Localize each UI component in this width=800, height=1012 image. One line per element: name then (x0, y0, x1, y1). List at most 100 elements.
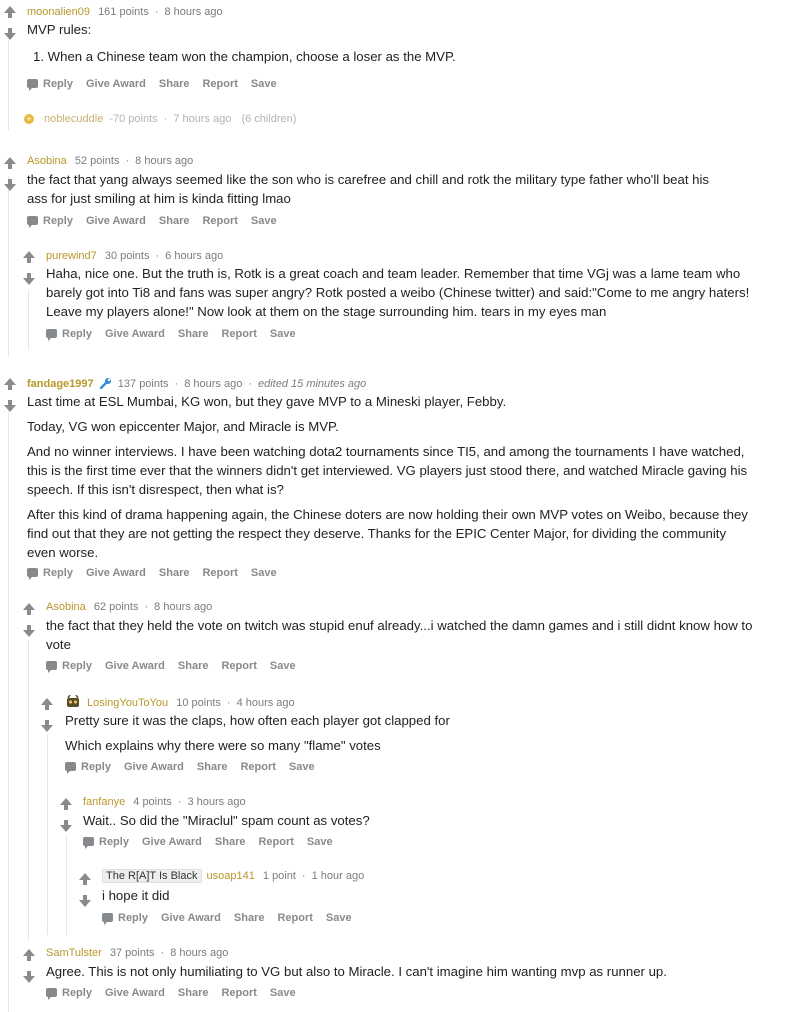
reply-button[interactable]: Reply (27, 567, 73, 580)
comment-author[interactable]: moonalien09 (27, 6, 90, 18)
comment-author[interactable]: SamTulster (46, 947, 102, 959)
comment-time[interactable]: 8 hours ago (170, 947, 228, 959)
report-button[interactable]: Report (221, 987, 256, 999)
give-award-button[interactable]: Give Award (105, 987, 165, 999)
share-button[interactable]: Share (178, 660, 209, 672)
save-button[interactable]: Save (289, 761, 315, 773)
upvote-arrow-icon[interactable] (22, 948, 36, 962)
upvote-arrow-icon[interactable] (78, 872, 92, 886)
comment-text: After this kind of drama happening again… (27, 507, 748, 560)
comment-time[interactable]: 4 hours ago (237, 697, 295, 709)
reply-button[interactable]: Reply (102, 912, 148, 925)
reply-button[interactable]: Reply (27, 78, 73, 91)
downvote-arrow-icon[interactable] (3, 27, 17, 41)
share-button[interactable]: Share (178, 987, 209, 999)
comment-author[interactable]: Asobina (46, 601, 86, 613)
downvote-arrow-icon[interactable] (59, 819, 73, 833)
share-button[interactable]: Share (178, 328, 209, 340)
reply-button[interactable]: Reply (83, 836, 129, 849)
thread-line[interactable] (8, 40, 9, 130)
comment-time[interactable]: 8 hours ago (184, 378, 242, 390)
wrench-flair-icon (99, 378, 111, 390)
save-button[interactable]: Save (270, 660, 296, 672)
share-button[interactable]: Share (215, 836, 246, 848)
downvote-arrow-icon[interactable] (40, 719, 54, 733)
downvote-arrow-icon[interactable] (22, 970, 36, 984)
report-button[interactable]: Report (202, 215, 237, 227)
save-button[interactable]: Save (270, 328, 296, 340)
downvote-arrow-icon[interactable] (3, 178, 17, 192)
save-button[interactable]: Save (251, 78, 277, 90)
reply-button[interactable]: Reply (46, 660, 92, 673)
downvote-arrow-icon[interactable] (22, 624, 36, 638)
chat-bubble-icon (83, 837, 94, 849)
give-award-button[interactable]: Give Award (161, 912, 221, 924)
give-award-button[interactable]: Give Award (86, 78, 146, 90)
reply-button[interactable]: Reply (46, 328, 92, 341)
share-button[interactable]: Share (159, 78, 190, 90)
upvote-arrow-icon[interactable] (3, 156, 17, 170)
comment-actions: Reply Give Award Share Report Save (46, 328, 309, 341)
save-button[interactable]: Save (251, 567, 277, 579)
reply-button[interactable]: Reply (46, 987, 92, 1000)
give-award-button[interactable]: Give Award (86, 567, 146, 579)
vote-controls (40, 697, 54, 733)
report-button[interactable]: Report (240, 761, 275, 773)
comment-time[interactable]: 3 hours ago (187, 796, 245, 808)
upvote-arrow-icon[interactable] (22, 250, 36, 264)
comment-author[interactable]: usoap141 (207, 870, 255, 882)
comment-author[interactable]: fandage1997 (27, 378, 94, 390)
thread-line[interactable] (8, 176, 9, 356)
report-button[interactable]: Report (258, 836, 293, 848)
report-button[interactable]: Report (221, 328, 256, 340)
comment-points: -70 points (109, 113, 158, 125)
thread-line[interactable] (47, 735, 48, 935)
thread-line[interactable] (28, 290, 29, 350)
give-award-button[interactable]: Give Award (142, 836, 202, 848)
save-button[interactable]: Save (307, 836, 333, 848)
comment-time[interactable]: 1 hour ago (312, 870, 365, 882)
thread-line[interactable] (66, 835, 67, 935)
comment-points: 52 points (74, 155, 120, 167)
collapsed-comment[interactable]: + noblecuddle -70 points · 7 hours ago (6 chi… (24, 113, 296, 125)
report-button[interactable]: Report (202, 567, 237, 579)
give-award-button[interactable]: Give Award (86, 215, 146, 227)
comment-author[interactable]: purewind7 (46, 250, 97, 262)
report-button[interactable]: Report (221, 660, 256, 672)
share-button[interactable]: Share (159, 215, 190, 227)
save-button[interactable]: Save (251, 215, 277, 227)
comment-author[interactable]: noblecuddle (44, 113, 103, 125)
save-button[interactable]: Save (270, 987, 296, 999)
comment-author[interactable]: Asobina (27, 155, 67, 167)
upvote-arrow-icon[interactable] (22, 602, 36, 616)
give-award-button[interactable]: Give Award (105, 660, 165, 672)
report-button[interactable]: Report (277, 912, 312, 924)
give-award-button[interactable]: Give Award (105, 328, 165, 340)
comment-author[interactable]: fanfanye (83, 796, 125, 808)
upvote-arrow-icon[interactable] (40, 697, 54, 711)
reply-button[interactable]: Reply (27, 215, 73, 228)
comment-time[interactable]: 8 hours ago (165, 6, 223, 18)
comment-time[interactable]: 8 hours ago (135, 155, 193, 167)
downvote-arrow-icon[interactable] (22, 272, 36, 286)
comment-author[interactable]: LosingYouToYou (87, 697, 168, 709)
thread-line[interactable] (28, 640, 29, 940)
report-button[interactable]: Report (202, 78, 237, 90)
comment-points: 30 points (104, 250, 150, 262)
thread-line[interactable] (8, 412, 9, 1012)
upvote-arrow-icon[interactable] (3, 377, 17, 391)
comment-time[interactable]: 8 hours ago (154, 601, 212, 613)
share-button[interactable]: Share (234, 912, 265, 924)
give-award-button[interactable]: Give Award (124, 761, 184, 773)
upvote-arrow-icon[interactable] (3, 5, 17, 19)
comment-text: Haha, nice one. But the truth is, Rotk i… (46, 266, 750, 319)
save-button[interactable]: Save (326, 912, 352, 924)
share-button[interactable]: Share (197, 761, 228, 773)
expand-plus-icon[interactable]: + (24, 114, 34, 124)
downvote-arrow-icon[interactable] (78, 894, 92, 908)
comment-time[interactable]: 6 hours ago (165, 250, 223, 262)
downvote-arrow-icon[interactable] (3, 399, 17, 413)
share-button[interactable]: Share (159, 567, 190, 579)
upvote-arrow-icon[interactable] (59, 797, 73, 811)
reply-button[interactable]: Reply (65, 761, 111, 774)
